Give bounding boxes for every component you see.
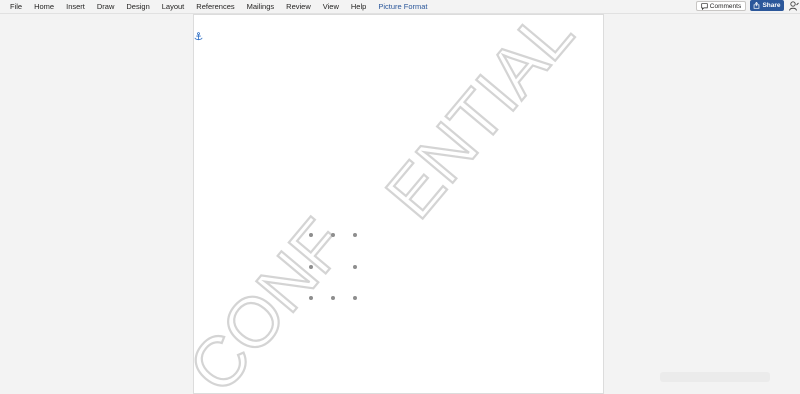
ribbon-tabs: File Home Insert Draw Design Layout Refe… [4,0,434,13]
selection-handle-bottom-right[interactable] [353,296,357,300]
tab-review[interactable]: Review [280,0,317,13]
selection-handle-top-center[interactable] [331,233,335,237]
share-icon [754,2,760,9]
tab-insert[interactable]: Insert [60,0,91,13]
tab-help[interactable]: Help [345,0,372,13]
tab-layout[interactable]: Layout [156,0,191,13]
status-hint [660,372,770,382]
comment-icon [701,2,708,10]
document-page[interactable]: CONF ENTIAL [193,14,604,394]
tab-references[interactable]: References [190,0,240,13]
watermark-text-part1: CONF [194,205,361,394]
tab-picture-format[interactable]: Picture Format [372,0,433,13]
comments-label: Comments [709,2,742,10]
selection-handle-middle-right[interactable] [353,265,357,269]
selection-handle-middle-left[interactable] [309,265,313,269]
share-label: Share [762,2,781,9]
selection-handle-bottom-center[interactable] [331,296,335,300]
tab-mailings[interactable]: Mailings [241,0,281,13]
tab-draw[interactable]: Draw [91,0,121,13]
selection-handle-top-left[interactable] [309,233,313,237]
tab-view[interactable]: View [317,0,345,13]
comments-button[interactable]: Comments [696,1,746,11]
selection-handle-bottom-left[interactable] [309,296,313,300]
watermark-graphic[interactable]: CONF ENTIAL [194,15,604,394]
selection-handle-top-right[interactable] [353,233,357,237]
ribbon-tab-bar: File Home Insert Draw Design Layout Refe… [0,0,800,14]
person-icon[interactable] [789,1,799,11]
tab-home[interactable]: Home [28,0,60,13]
share-button[interactable]: Share [750,0,784,11]
tab-file[interactable]: File [4,0,28,13]
watermark-text-part2: ENTIAL [371,15,588,233]
tab-design[interactable]: Design [120,0,155,13]
